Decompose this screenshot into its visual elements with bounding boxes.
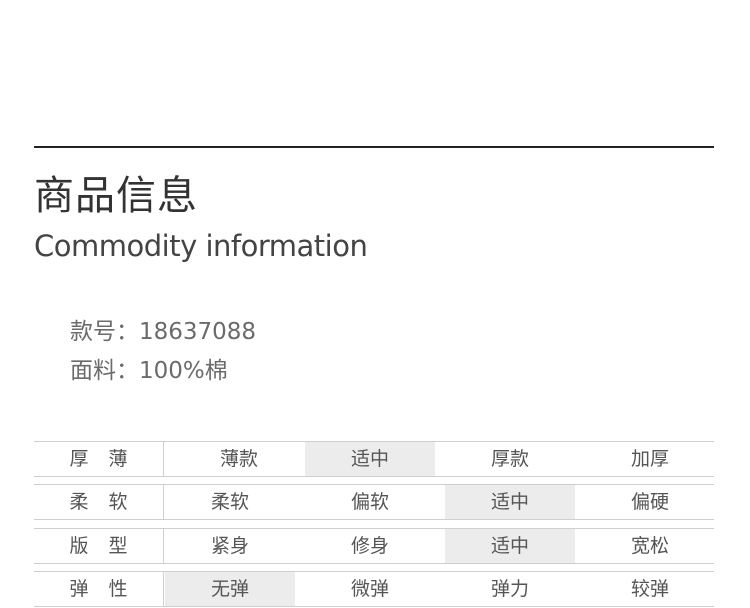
spec-option-selected: 适中 xyxy=(445,485,575,519)
spec-label: 厚薄 xyxy=(34,442,164,476)
fabric-info: 面料：100%棉 xyxy=(70,358,228,384)
spec-row-softness: 柔软 柔软 偏软 适中 偏硬 xyxy=(34,484,714,520)
spec-option: 微弹 xyxy=(350,578,389,600)
spec-label: 弹性 xyxy=(34,572,164,606)
section-title-en: Commodity information xyxy=(34,229,368,263)
spec-option: 宽松 xyxy=(630,535,669,557)
spec-label: 版型 xyxy=(34,529,164,563)
spec-option: 薄款 xyxy=(219,448,258,470)
section-title-cn: 商品信息 xyxy=(34,173,198,219)
spec-option: 弹力 xyxy=(490,578,529,600)
spec-option: 偏软 xyxy=(350,491,389,513)
spec-option: 较弹 xyxy=(630,578,669,600)
spec-label: 柔软 xyxy=(34,485,164,519)
spec-option: 柔软 xyxy=(210,491,249,513)
spec-option: 紧身 xyxy=(210,535,249,557)
spec-option: 加厚 xyxy=(630,448,669,470)
spec-option-selected: 适中 xyxy=(305,442,435,476)
divider-line xyxy=(34,146,714,148)
spec-option-selected: 无弹 xyxy=(165,572,295,606)
spec-option: 修身 xyxy=(350,535,389,557)
style-number: 款号：18637088 xyxy=(70,319,257,345)
spec-row-thickness: 厚薄 薄款 适中 厚款 加厚 xyxy=(34,441,714,477)
spec-option-selected: 适中 xyxy=(445,529,575,563)
spec-option: 偏硬 xyxy=(630,491,669,513)
spec-option: 厚款 xyxy=(490,448,529,470)
spec-row-elasticity: 弹性 无弹 微弹 弹力 较弹 xyxy=(34,571,714,607)
spec-row-fit: 版型 紧身 修身 适中 宽松 xyxy=(34,528,714,564)
